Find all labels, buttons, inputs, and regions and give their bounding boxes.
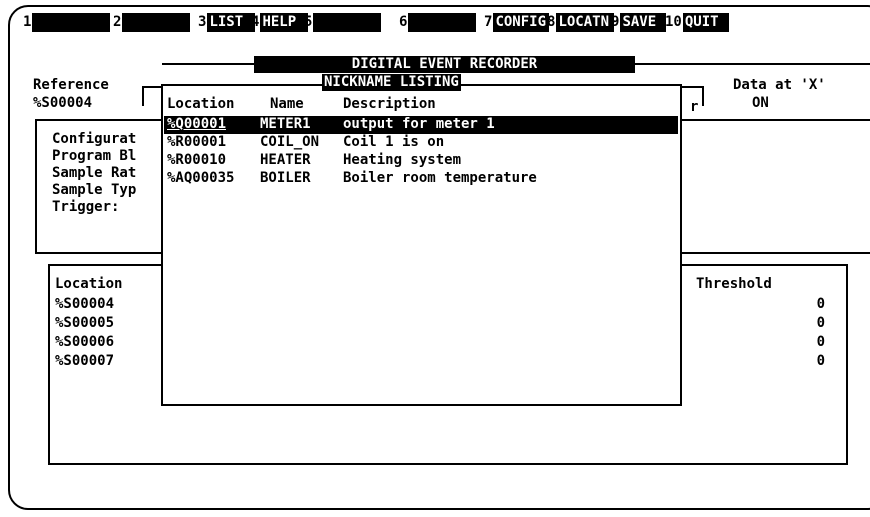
function-key-1[interactable]: 1 <box>22 13 111 32</box>
function-key-config[interactable]: 7 CONFIG <box>483 13 550 32</box>
config-label-sample-rate: Sample Rat <box>52 165 137 181</box>
reference-box-top <box>142 86 162 88</box>
fkey-label <box>408 13 477 32</box>
data-at-box-right <box>702 86 704 106</box>
location-cell[interactable]: %S00005 <box>55 315 114 332</box>
function-key-list[interactable]: 3 LIST <box>197 13 256 32</box>
fkey-number: 3 <box>198 14 207 30</box>
threshold-header: Threshold <box>696 276 772 292</box>
config-label-program-block: Program Bl <box>52 148 137 164</box>
fkey-number: 2 <box>113 14 122 30</box>
data-at-box-top <box>682 86 704 88</box>
page-title: DIGITAL EVENT RECORDER <box>254 56 635 73</box>
fkey-label <box>313 13 382 32</box>
function-key-quit[interactable]: 10 QUIT <box>664 13 729 32</box>
threshold-cell[interactable]: 0 <box>780 334 825 351</box>
popup-row-description[interactable]: Boiler room temperature <box>343 170 537 187</box>
reference-label: Reference <box>33 77 109 93</box>
fkey-number: 7 <box>484 14 493 30</box>
threshold-cell[interactable]: 0 <box>780 315 825 332</box>
config-label-trigger: Trigger: <box>52 199 120 215</box>
popup-header-description: Description <box>343 96 436 112</box>
data-at-label: Data at 'X' <box>733 77 826 93</box>
fkey-number: 1 <box>23 14 32 30</box>
fkey-number: 5 <box>304 14 313 30</box>
popup-row-name[interactable]: METER1 <box>260 116 311 133</box>
fkey-label <box>32 13 111 32</box>
reference-box-left <box>142 86 144 106</box>
popup-header-name: Name <box>270 96 304 112</box>
fkey-number: 10 <box>665 14 682 30</box>
data-at-bracket: r <box>690 99 699 115</box>
function-key-6[interactable]: 6 <box>398 13 477 32</box>
fkey-label: QUIT <box>682 13 729 32</box>
location-cell[interactable]: %S00007 <box>55 353 114 370</box>
popup-row-description[interactable]: Heating system <box>343 152 461 169</box>
config-label-configuration: Configurat <box>52 131 137 147</box>
function-key-5[interactable]: 5 <box>303 13 382 32</box>
location-cell[interactable]: %S00006 <box>55 334 114 351</box>
fkey-label: HELP <box>260 13 309 32</box>
popup-row-location[interactable]: %Q00001 <box>167 116 226 133</box>
config-label-sample-type: Sample Typ <box>52 182 137 198</box>
data-at-value[interactable]: ON <box>752 95 769 112</box>
popup-header-location: Location <box>167 96 235 112</box>
popup-row-location[interactable]: %AQ00035 <box>167 170 234 187</box>
function-key-2[interactable]: 2 <box>112 13 191 32</box>
popup-row-location[interactable]: %R00001 <box>167 134 226 151</box>
function-key-save[interactable]: 9 SAVE <box>610 13 667 32</box>
popup-row-description[interactable]: output for meter 1 <box>343 116 495 133</box>
fkey-number: 4 <box>251 14 260 30</box>
function-key-help[interactable]: 4 HELP <box>250 13 309 32</box>
popup-row-name[interactable]: COIL_ON <box>260 134 319 151</box>
fkey-label: LOCATN <box>556 13 615 32</box>
function-key-locatn[interactable]: 8 LOCATN <box>546 13 615 32</box>
fkey-number: 9 <box>611 14 620 30</box>
fkey-label: SAVE <box>620 13 667 32</box>
reference-value[interactable]: %S00004 <box>33 95 92 112</box>
popup-title: NICKNAME LISTING <box>322 74 461 91</box>
popup-row-name[interactable]: BOILER <box>260 170 311 187</box>
threshold-cell[interactable]: 0 <box>780 353 825 370</box>
popup-row-name[interactable]: HEATER <box>260 152 311 169</box>
location-header: Location <box>55 276 123 292</box>
threshold-cell[interactable]: 0 <box>780 296 825 313</box>
fkey-number: 6 <box>399 14 408 30</box>
fkey-label: LIST <box>207 13 256 32</box>
fkey-number: 8 <box>547 14 556 30</box>
popup-row-location[interactable]: %R00010 <box>167 152 226 169</box>
location-cell[interactable]: %S00004 <box>55 296 114 313</box>
fkey-label: CONFIG <box>493 13 550 32</box>
popup-row-description[interactable]: Coil 1 is on <box>343 134 444 151</box>
fkey-label <box>122 13 191 32</box>
